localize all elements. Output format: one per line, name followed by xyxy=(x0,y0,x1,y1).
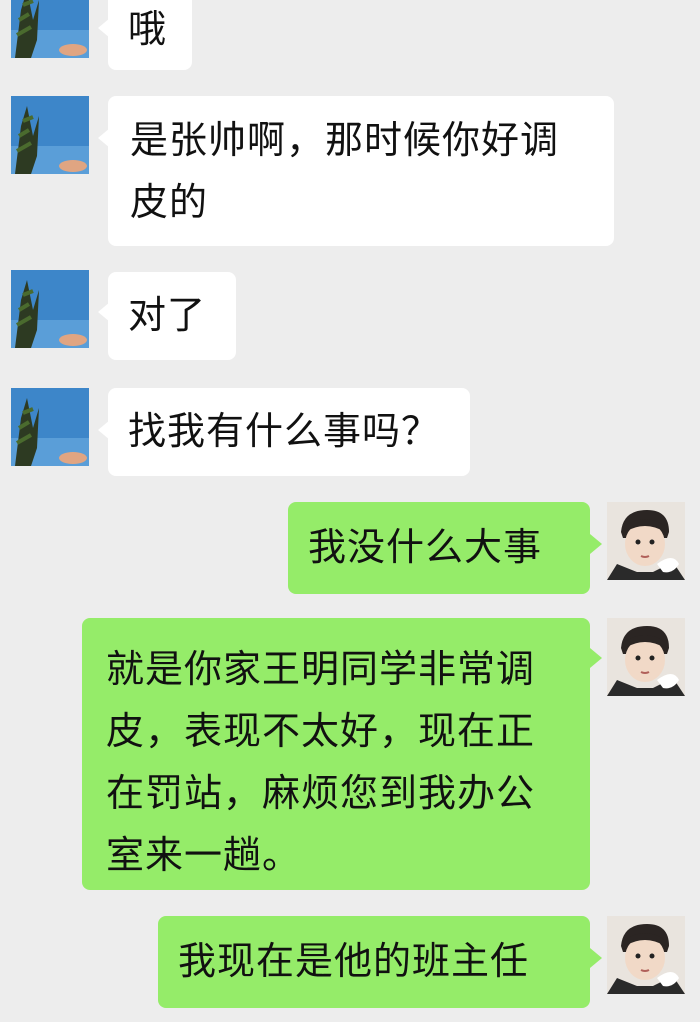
message-text: 找我有什么事吗？ xyxy=(128,409,441,453)
message-bubble-incoming[interactable]: 是张帅啊，那时候你好调皮的 xyxy=(108,96,614,246)
message-bubble-outgoing[interactable]: 我没什么大事 xyxy=(288,502,590,594)
message-text: 哦 xyxy=(128,7,168,51)
bubble-tail xyxy=(590,534,602,554)
my-avatar[interactable] xyxy=(607,502,685,580)
contact-avatar[interactable] xyxy=(11,270,89,348)
message-bubble-incoming[interactable]: 对了 xyxy=(108,272,236,360)
bubble-tail xyxy=(590,648,602,668)
my-avatar[interactable] xyxy=(607,618,685,696)
message-bubble-outgoing[interactable]: 就是你家王明同学非常调皮，表现不太好，现在正在罚站，麻烦您到我办公室来一趟。 xyxy=(82,618,590,890)
message-text: 是张帅啊，那时候你好调皮的 xyxy=(130,118,560,224)
message-text: 我没什么大事 xyxy=(308,525,543,569)
contact-avatar[interactable] xyxy=(11,0,89,58)
message-bubble-incoming[interactable]: 找我有什么事吗？ xyxy=(108,388,470,476)
message-bubble-incoming[interactable]: 哦 xyxy=(108,0,192,70)
message-text: 我现在是他的班主任 xyxy=(178,939,530,983)
contact-avatar[interactable] xyxy=(11,96,89,174)
my-avatar[interactable] xyxy=(607,916,685,994)
contact-avatar[interactable] xyxy=(11,388,89,466)
message-text: 就是你家王明同学非常调皮，表现不太好，现在正在罚站，麻烦您到我办公室来一趟。 xyxy=(106,647,536,877)
bubble-tail xyxy=(590,948,602,968)
message-text: 对了 xyxy=(128,293,207,337)
message-bubble-outgoing[interactable]: 我现在是他的班主任 xyxy=(158,916,590,1008)
